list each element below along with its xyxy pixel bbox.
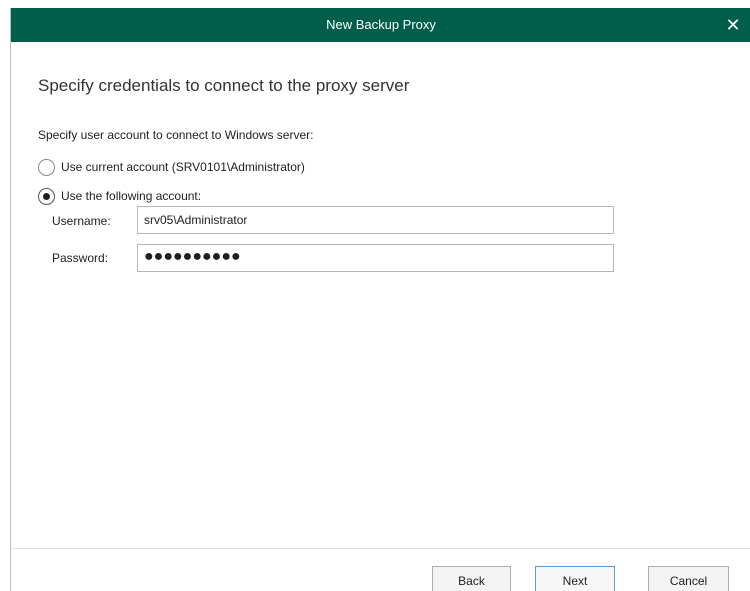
- window-title: New Backup Proxy: [326, 17, 436, 32]
- dialog-window: New Backup Proxy ✕ Specify credentials t…: [10, 8, 750, 591]
- next-button[interactable]: Next: [535, 566, 615, 591]
- page-heading: Specify credentials to connect to the pr…: [38, 76, 410, 95]
- current-account-option[interactable]: Use current account (SRV0101\Administrat…: [38, 158, 305, 176]
- footer: Back Next Cancel: [11, 549, 750, 591]
- current-account-radio[interactable]: [38, 158, 55, 176]
- username-input[interactable]: srv05\Administrator: [137, 206, 614, 234]
- back-button[interactable]: Back: [432, 566, 511, 591]
- following-account-radio[interactable]: [38, 187, 55, 205]
- username-label: Username:: [52, 214, 111, 228]
- password-label: Password:: [52, 251, 109, 265]
- password-input[interactable]: ●●●●●●●●●●: [137, 244, 614, 272]
- cancel-button[interactable]: Cancel: [648, 566, 729, 591]
- current-account-label: Use current account (SRV0101\Administrat…: [61, 160, 305, 174]
- following-account-label: Use the following account:: [61, 189, 202, 203]
- close-icon[interactable]: ✕: [721, 13, 745, 37]
- account-prompt: Specify user account to connect to Windo…: [38, 128, 314, 142]
- title-bar[interactable]: New Backup Proxy ✕: [11, 8, 750, 42]
- following-account-option[interactable]: Use the following account:: [38, 187, 201, 205]
